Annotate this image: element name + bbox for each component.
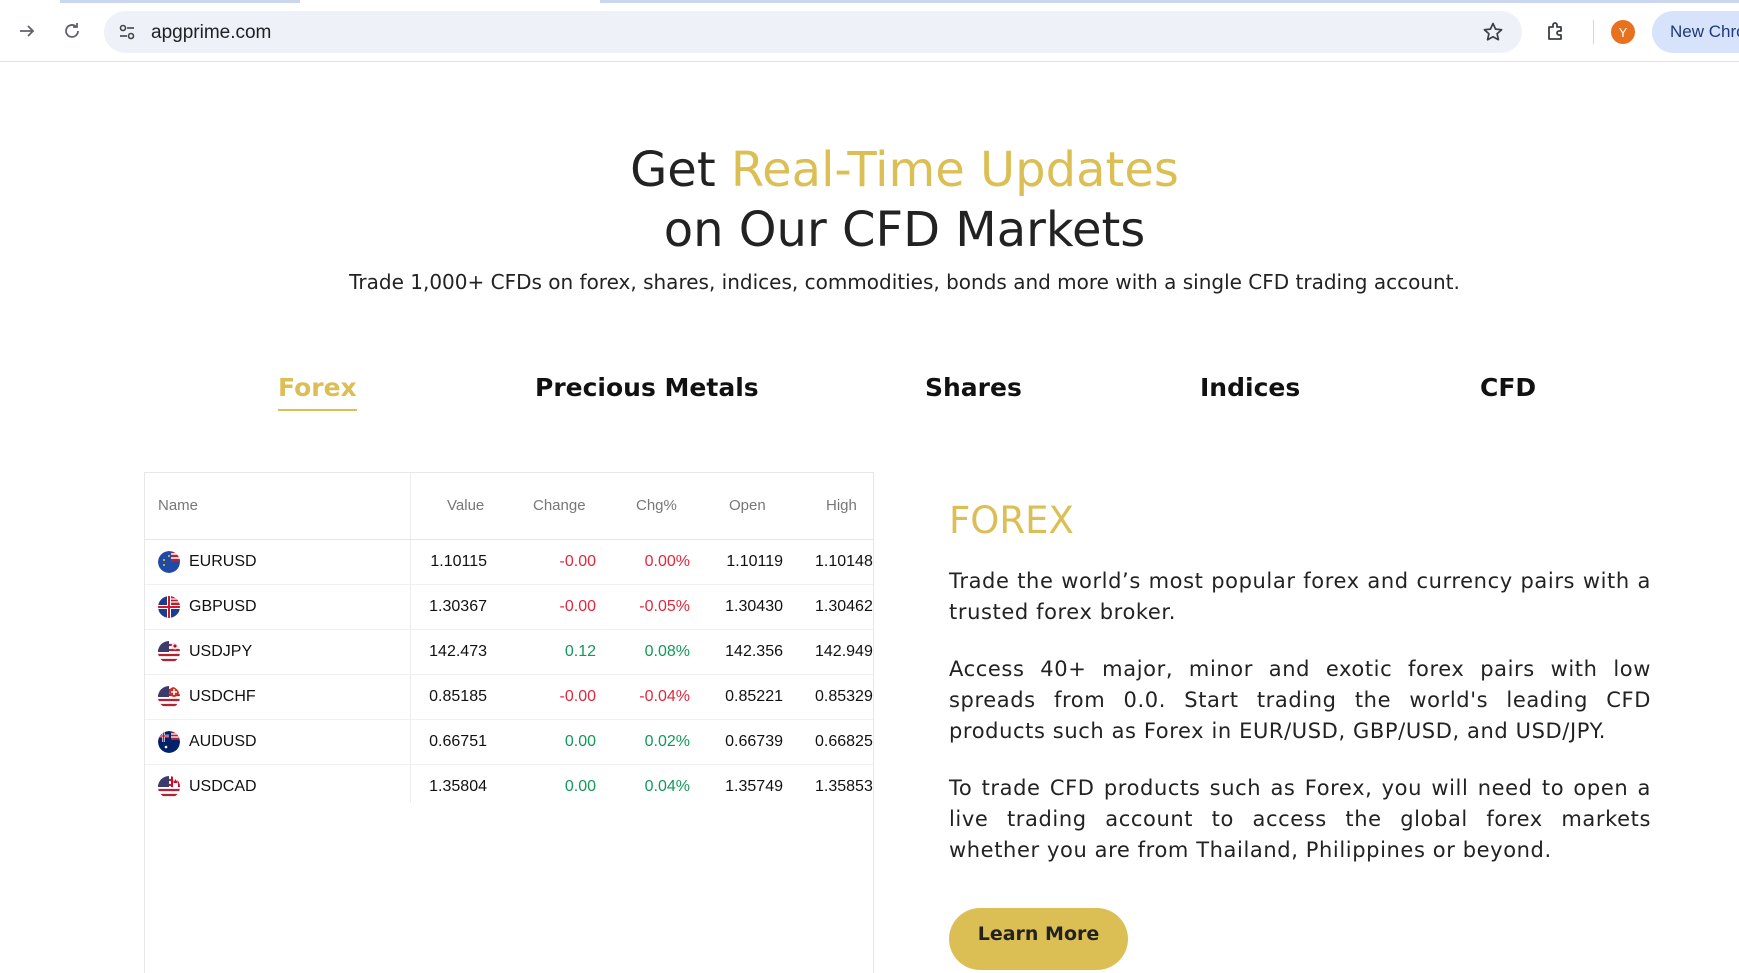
- tab-strip-accent: [60, 0, 300, 3]
- pair-name: AUDUSD: [189, 733, 257, 750]
- forex-quotes-table: Name Value Change Chg% Open High EURUSD …: [144, 472, 874, 973]
- value-cell: 1.10115: [430, 553, 487, 570]
- table-row[interactable]: USDJPY 142.473 0.12 0.08% 142.356 142.94…: [145, 630, 873, 675]
- header-open[interactable]: Open: [729, 497, 766, 514]
- change-cell: -0.00: [559, 553, 596, 570]
- title-line-2: on Our CFD Markets: [663, 202, 1146, 258]
- arrow-right-icon: [20, 25, 35, 37]
- section-title: FOREX: [949, 499, 1074, 542]
- high-cell: 142.949: [815, 643, 873, 660]
- page-title: Get Real-Time Updates on Our CFD Markets: [0, 140, 1739, 260]
- open-cell: 142.356: [725, 643, 783, 660]
- site-info-icon[interactable]: [118, 23, 136, 41]
- change-cell: 0.00: [564, 778, 596, 795]
- chg-pct-cell: 0.04%: [644, 778, 690, 795]
- title-highlight: Real-Time Updates: [730, 142, 1179, 198]
- chg-pct-cell: 0.08%: [644, 643, 690, 660]
- tab-cfd[interactable]: CFD: [1480, 373, 1536, 402]
- high-cell: 1.10148: [815, 553, 873, 570]
- open-cell: 1.10119: [726, 553, 783, 570]
- pair-name: USDCHF: [189, 688, 256, 705]
- table-row[interactable]: USDCAD 1.35804 0.00 0.04% 1.35749 1.3585…: [145, 765, 873, 809]
- value-cell: 0.66751: [429, 733, 487, 750]
- header-value[interactable]: Value: [447, 497, 484, 514]
- toolbar-divider: [1593, 20, 1594, 44]
- address-bar[interactable]: apgprime.com: [104, 11, 1522, 53]
- url-text[interactable]: apgprime.com: [151, 22, 271, 44]
- high-cell: 0.85329: [815, 688, 873, 705]
- tab-precious-metals[interactable]: Precious Metals: [535, 373, 759, 402]
- header-high[interactable]: High: [826, 497, 857, 514]
- high-cell: 1.35853: [815, 778, 873, 795]
- value-cell: 1.30367: [429, 598, 487, 615]
- title-part-1: Get: [630, 142, 731, 198]
- learn-more-button[interactable]: Learn More: [949, 908, 1128, 970]
- open-cell: 1.30430: [725, 598, 783, 615]
- header-name[interactable]: Name: [158, 497, 198, 514]
- eu-us-flag-icon: [158, 551, 180, 573]
- profile-avatar[interactable]: Y: [1611, 20, 1635, 44]
- value-cell: 142.473: [429, 643, 487, 660]
- info-paragraph-1: Trade the world’s most popular forex and…: [949, 569, 1651, 624]
- table-row[interactable]: EURUSD 1.10115 -0.00 0.00% 1.10119 1.101…: [145, 540, 873, 585]
- pair-name: USDJPY: [189, 643, 253, 660]
- tab-strip-accent-right: [600, 0, 1739, 3]
- au-us-flag-icon: [158, 731, 180, 753]
- change-cell: -0.00: [559, 598, 596, 615]
- pair-name: EURUSD: [189, 553, 257, 570]
- chg-pct-cell: -0.05%: [639, 598, 690, 615]
- change-cell: -0.00: [559, 688, 596, 705]
- pair-name: GBPUSD: [189, 598, 257, 615]
- tab-forex[interactable]: Forex: [278, 373, 357, 411]
- table-row[interactable]: USDCHF 0.85185 -0.00 -0.04% 0.85221 0.85…: [145, 675, 873, 720]
- tab-shares[interactable]: Shares: [925, 373, 1022, 402]
- title-line-1: Get Real-Time Updates: [0, 140, 1739, 200]
- header-chg-pct[interactable]: Chg%: [636, 497, 677, 514]
- table-header: Name Value Change Chg% Open High: [145, 473, 873, 540]
- pair-name: USDCAD: [189, 778, 257, 795]
- new-chrome-button[interactable]: New Chrome: [1652, 11, 1739, 53]
- change-cell: 0.12: [564, 643, 596, 660]
- chg-pct-cell: 0.00%: [644, 553, 690, 570]
- open-cell: 0.85221: [725, 688, 783, 705]
- reload-icon: [65, 23, 79, 38]
- page-subtitle: Trade 1,000+ CFDs on forex, shares, indi…: [349, 270, 1460, 294]
- gb-us-flag-icon: [158, 596, 180, 618]
- change-cell: 0.00: [564, 733, 596, 750]
- high-cell: 1.30462: [815, 598, 873, 615]
- value-cell: 0.85185: [429, 688, 487, 705]
- us-ch-flag-icon: [158, 686, 180, 708]
- us-jp-flag-icon: [158, 641, 180, 663]
- info-paragraph-3: To trade CFD products such as Forex, you…: [949, 776, 1651, 862]
- browser-toolbar: apgprime.com Y New Chrome: [0, 0, 1739, 62]
- chg-pct-cell: -0.04%: [639, 688, 690, 705]
- high-cell: 0.66825: [815, 733, 873, 750]
- bookmark-star-icon[interactable]: [1482, 21, 1504, 43]
- us-ca-flag-icon: [158, 776, 180, 798]
- extensions-icon[interactable]: [1544, 20, 1568, 44]
- table-row[interactable]: GBPUSD 1.30367 -0.00 -0.05% 1.30430 1.30…: [145, 585, 873, 630]
- table-row[interactable]: AUDUSD 0.66751 0.00 0.02% 0.66739 0.6682…: [145, 720, 873, 765]
- forward-button[interactable]: [9, 13, 45, 49]
- info-paragraph-2: Access 40+ major, minor and exotic forex…: [949, 657, 1651, 743]
- open-cell: 1.35749: [725, 778, 783, 795]
- open-cell: 0.66739: [725, 733, 783, 750]
- value-cell: 1.35804: [429, 778, 487, 795]
- header-change[interactable]: Change: [533, 497, 586, 514]
- chg-pct-cell: 0.02%: [644, 733, 690, 750]
- reload-button[interactable]: [54, 13, 90, 49]
- tab-indices[interactable]: Indices: [1200, 373, 1300, 402]
